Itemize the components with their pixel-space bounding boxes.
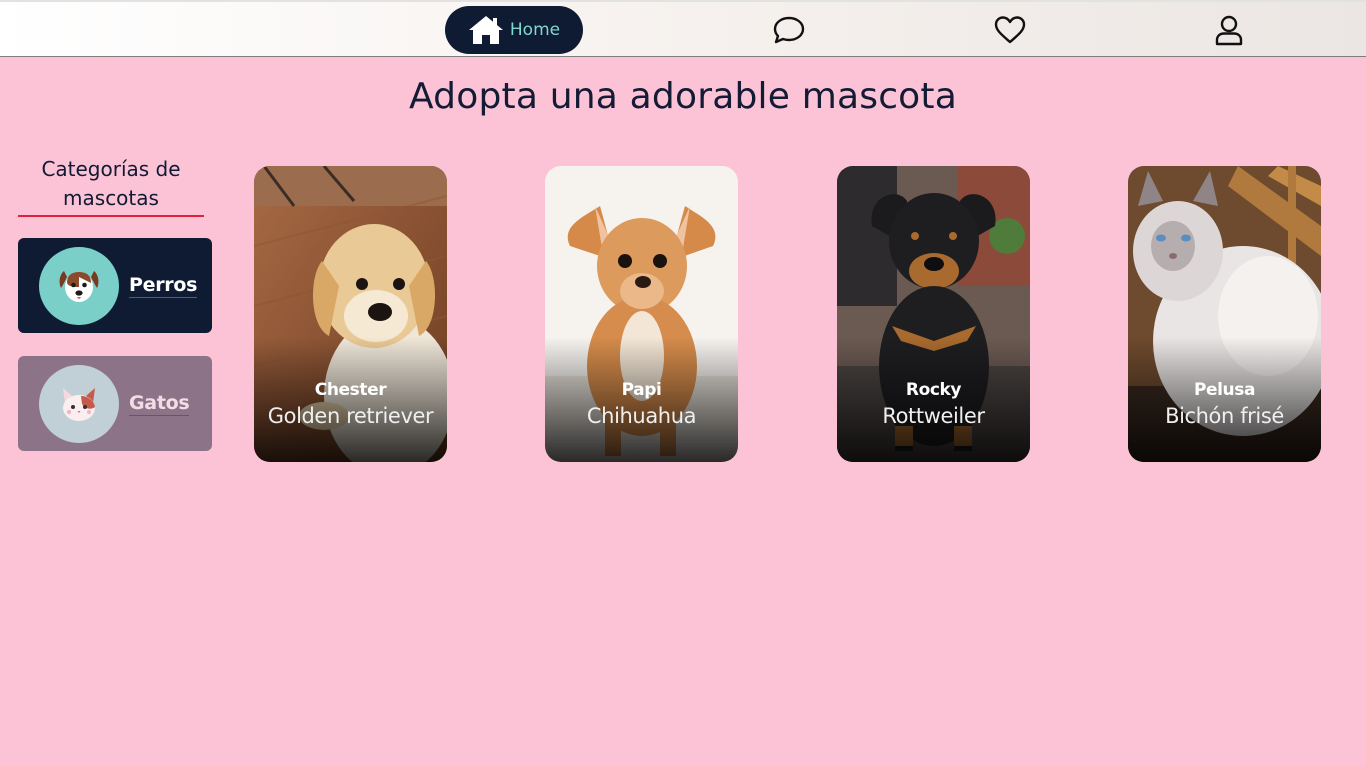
cat-face-icon bbox=[63, 388, 95, 421]
nav-profile-button[interactable] bbox=[1212, 14, 1246, 46]
pet-name: Papi bbox=[621, 380, 662, 400]
dog-avatar bbox=[39, 247, 119, 325]
pet-breed: Rottweiler bbox=[882, 404, 985, 428]
pet-breed: Golden retriever bbox=[267, 404, 434, 428]
category-dogs-label: Perros bbox=[129, 274, 198, 298]
nav-home-button[interactable]: Home bbox=[445, 6, 583, 54]
home-icon bbox=[468, 16, 503, 44]
chat-icon bbox=[773, 16, 805, 44]
pet-name: Rocky bbox=[905, 380, 962, 400]
pet-breed: Chihuahua bbox=[586, 404, 697, 428]
nav-favorites-button[interactable] bbox=[993, 14, 1027, 46]
nav-messages-button[interactable] bbox=[772, 14, 806, 46]
pet-card-chester[interactable]: Chester Golden retriever bbox=[254, 166, 447, 462]
category-cats-button[interactable]: Gatos bbox=[18, 356, 212, 451]
user-icon bbox=[1215, 15, 1243, 46]
heart-icon bbox=[994, 16, 1026, 44]
top-nav-bar: Home bbox=[0, 0, 1366, 57]
sidebar-heading: Categorías de mascotas bbox=[18, 155, 204, 217]
pet-name: Chester bbox=[314, 380, 387, 400]
category-cats-label: Gatos bbox=[129, 392, 190, 416]
page-title: Adopta una adorable mascota bbox=[408, 76, 957, 117]
pet-card-rocky[interactable]: Rocky Rottweiler bbox=[837, 166, 1030, 462]
nav-home-label: Home bbox=[509, 20, 561, 40]
dog-face-icon bbox=[59, 271, 99, 302]
pet-name: Pelusa bbox=[1193, 380, 1256, 400]
category-dogs-button[interactable]: Perros bbox=[18, 238, 212, 333]
pet-card-pelusa[interactable]: Pelusa Bichón frisé bbox=[1128, 166, 1321, 462]
cat-avatar bbox=[39, 365, 119, 443]
pet-card-papi[interactable]: Papi Chihuahua bbox=[545, 166, 738, 462]
pet-breed: Bichón frisé bbox=[1165, 404, 1284, 428]
